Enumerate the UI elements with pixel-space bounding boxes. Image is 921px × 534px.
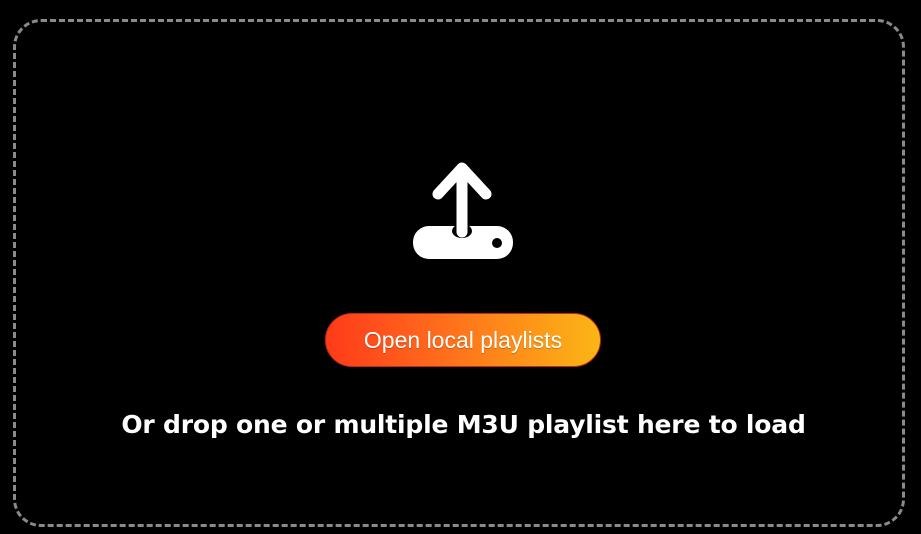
drop-hint-text: Or drop one or multiple M3U playlist her… — [121, 410, 806, 439]
playlist-drop-zone[interactable] — [13, 19, 905, 527]
open-local-playlists-button[interactable]: Open local playlists — [325, 313, 601, 367]
upload-icon — [413, 162, 513, 259]
